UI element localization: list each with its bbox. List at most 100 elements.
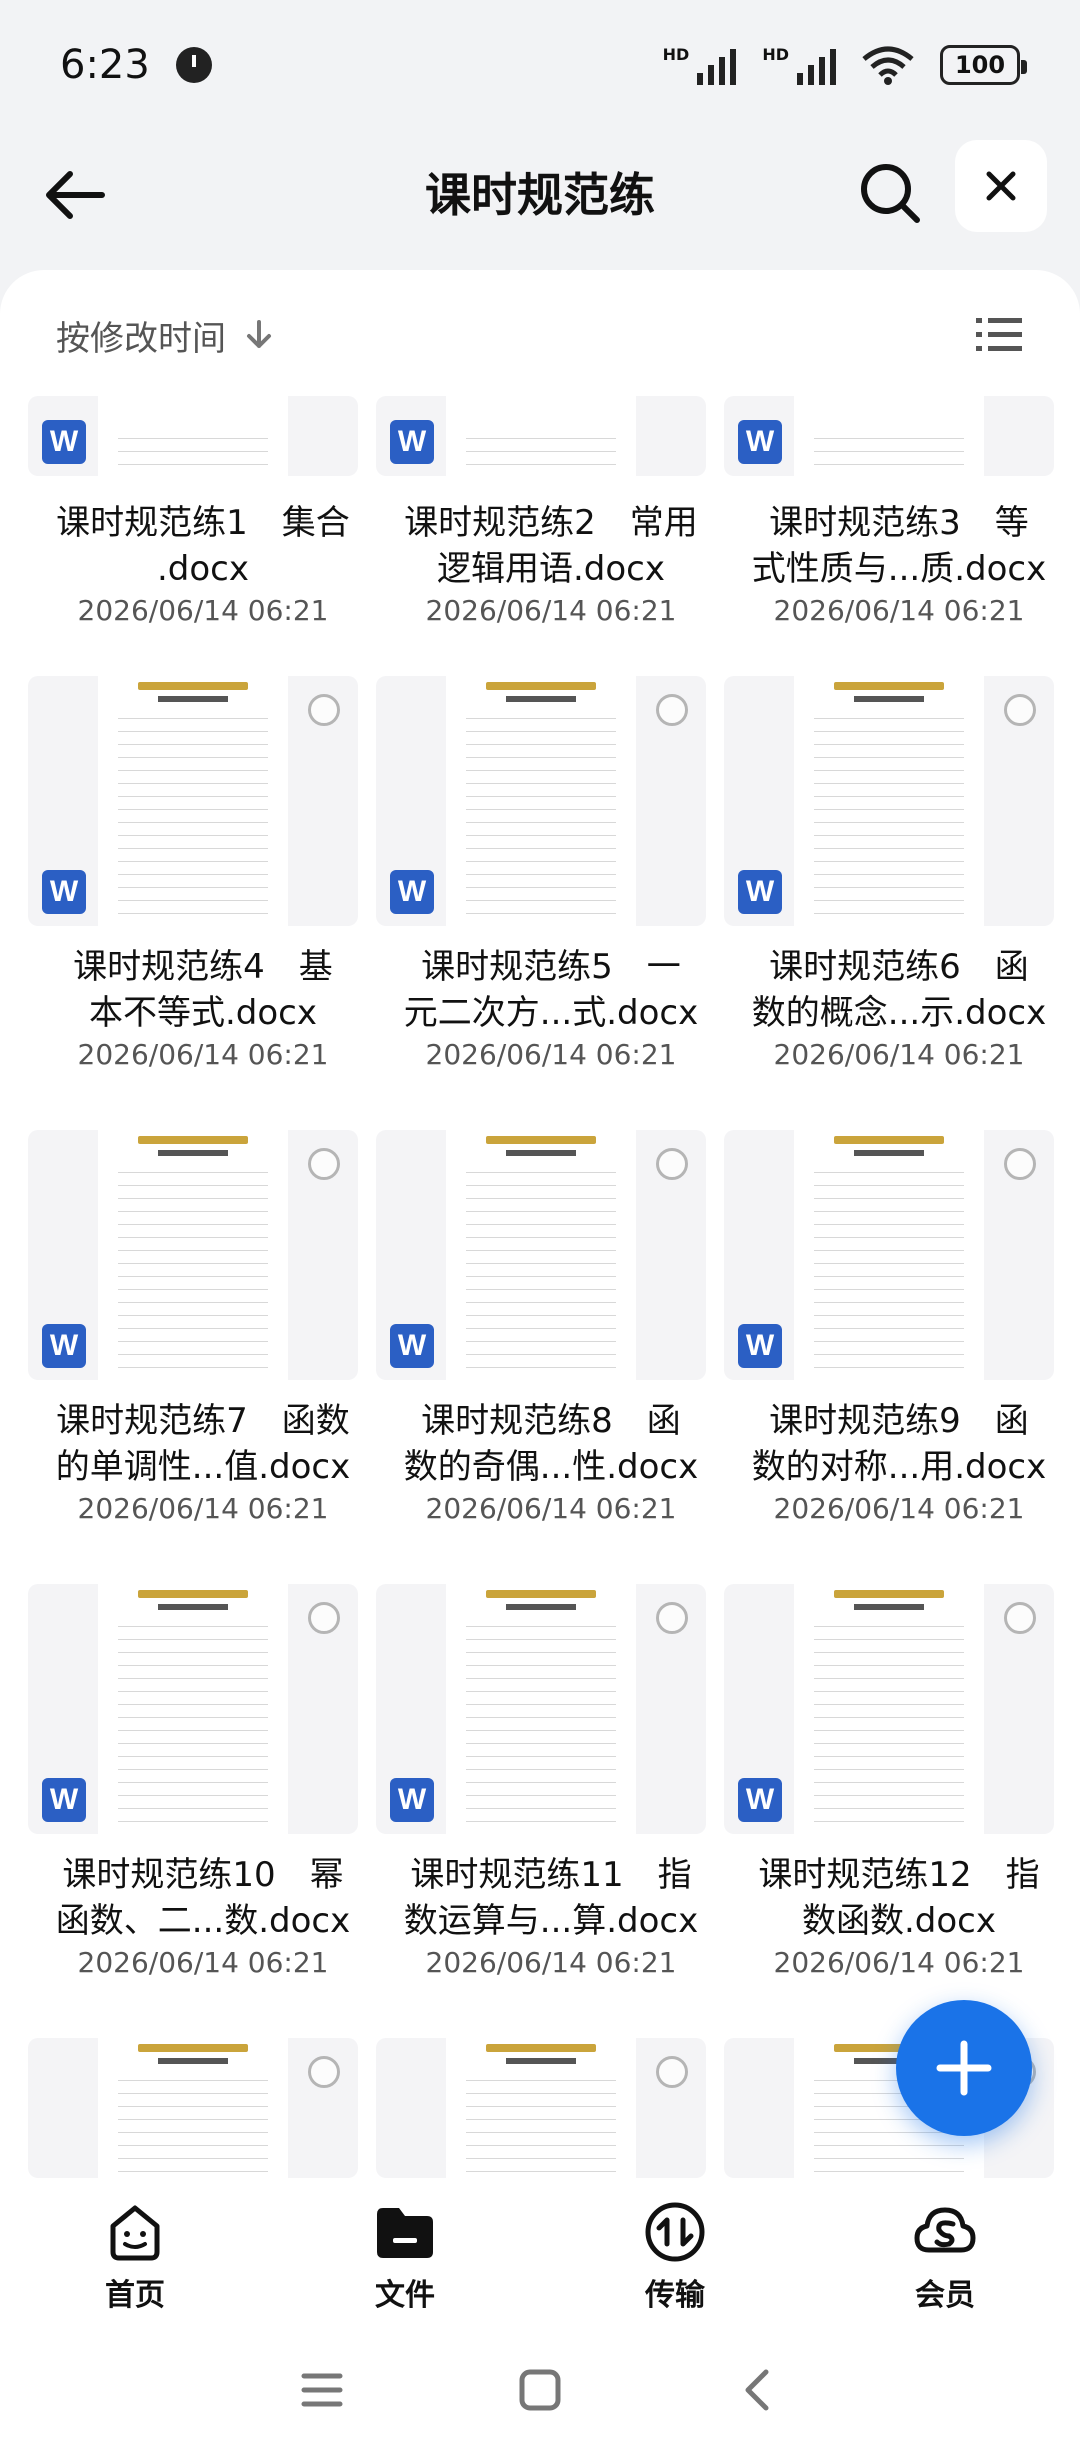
signal-icon-2: HD <box>762 45 836 85</box>
file-thumbnail: W <box>28 1584 358 1834</box>
select-checkbox[interactable] <box>656 1602 688 1634</box>
word-doc-icon: W <box>738 870 782 914</box>
file-date: 2026/06/14 06:21 <box>77 1946 329 1979</box>
file-thumbnail: W <box>724 396 1054 476</box>
file-date: 2026/06/14 06:21 <box>773 1946 1025 1979</box>
word-doc-icon: W <box>42 420 86 464</box>
select-checkbox[interactable] <box>308 2056 340 2088</box>
file-thumbnail: W <box>28 676 358 926</box>
close-button[interactable] <box>955 140 1047 232</box>
document-preview <box>446 1584 636 1834</box>
file-list-sheet: 按修改时间 W 课时规范练1 集合 .docx 2026/06/14 06:21 W 课… <box>0 270 1080 2180</box>
file-thumbnail: W <box>376 1584 706 1834</box>
file-thumbnail: W <box>376 676 706 926</box>
transfer-icon <box>645 2202 705 2262</box>
nav-files-label: 文件 <box>375 2278 435 2313</box>
close-icon <box>986 171 1016 201</box>
file-thumbnail <box>28 2038 358 2178</box>
file-date: 2026/06/14 06:21 <box>773 594 1025 627</box>
arrow-down-icon <box>247 320 271 348</box>
file-name: 课时规范练7 函数 的单调性...值.docx <box>55 1401 351 1487</box>
battery-level: 100 <box>954 51 1006 79</box>
file-name: 课时规范练12 指 数函数.docx <box>758 1855 1040 1941</box>
home-icon[interactable] <box>516 2366 564 2414</box>
file-date: 2026/06/14 06:21 <box>425 1492 677 1525</box>
document-preview <box>794 1130 984 1380</box>
word-doc-icon: W <box>42 870 86 914</box>
file-thumbnail: W <box>724 1130 1054 1380</box>
home-face-icon <box>110 2205 160 2261</box>
select-checkbox[interactable] <box>1004 1602 1036 1634</box>
search-icon[interactable] <box>855 158 925 228</box>
file-name: 课时规范练10 幂 函数、二...数.docx <box>55 1855 351 1941</box>
system-navigation-bar <box>0 2320 1080 2460</box>
select-checkbox[interactable] <box>656 694 688 726</box>
word-doc-icon: W <box>42 1324 86 1368</box>
document-preview <box>98 1130 288 1380</box>
file-date: 2026/06/14 06:21 <box>425 1946 677 1979</box>
file-name: 课时规范练8 函 数的奇偶...性.docx <box>403 1401 699 1487</box>
sort-label: 按修改时间 <box>56 318 226 359</box>
word-doc-icon: W <box>738 420 782 464</box>
nav-vip[interactable]: 会员 <box>845 2180 1045 2320</box>
battery-icon: 100 <box>940 45 1027 85</box>
file-thumbnail: W <box>724 676 1054 926</box>
document-preview <box>794 676 984 926</box>
word-doc-icon: W <box>390 870 434 914</box>
select-checkbox[interactable] <box>308 1148 340 1180</box>
file-thumbnail: W <box>376 396 706 476</box>
file-thumbnail: W <box>28 1130 358 1380</box>
signal-icon: HD <box>663 45 737 85</box>
folder-icon <box>377 2208 433 2258</box>
word-doc-icon: W <box>390 1324 434 1368</box>
file-name: 课时规范练4 基 本不等式.docx <box>73 947 333 1033</box>
back-icon[interactable] <box>734 2366 782 2414</box>
document-preview <box>446 2038 636 2178</box>
file-thumbnail: W <box>376 1130 706 1380</box>
word-doc-icon: W <box>42 1778 86 1822</box>
select-checkbox[interactable] <box>656 2056 688 2088</box>
select-checkbox[interactable] <box>308 1602 340 1634</box>
file-name: 课时规范练6 函 数的概念...示.docx <box>751 947 1047 1033</box>
status-time: 6:23 <box>60 42 150 88</box>
document-preview <box>794 1584 984 1834</box>
nav-files[interactable]: 文件 <box>305 2180 505 2320</box>
select-checkbox[interactable] <box>1004 694 1036 726</box>
file-name: 课时规范练2 常用 逻辑用语.docx <box>404 503 698 589</box>
file-name: 课时规范练5 一 元二次方...式.docx <box>403 947 699 1033</box>
plus-icon <box>936 2040 992 2096</box>
status-bar: 6:23 HD HD 100 <box>0 0 1080 130</box>
file-date: 2026/06/14 06:21 <box>77 1038 329 1071</box>
add-button[interactable] <box>896 2000 1032 2136</box>
wifi-icon <box>862 46 914 85</box>
document-preview <box>98 1584 288 1834</box>
file-name: 课时规范练9 函 数的对称...用.docx <box>751 1401 1047 1487</box>
sort-selector[interactable]: 按修改时间 <box>56 310 276 360</box>
document-preview <box>446 396 636 476</box>
select-checkbox[interactable] <box>1004 1148 1036 1180</box>
select-checkbox[interactable] <box>308 694 340 726</box>
document-preview <box>98 676 288 926</box>
file-date: 2026/06/14 06:21 <box>425 594 677 627</box>
document-preview <box>98 396 288 476</box>
file-name: 课时规范练1 集合 .docx <box>56 503 350 589</box>
file-thumbnail <box>376 2038 706 2178</box>
file-thumbnail: W <box>724 1584 1054 1834</box>
menu-icon[interactable] <box>298 2366 346 2414</box>
word-doc-icon: W <box>390 1778 434 1822</box>
word-doc-icon: W <box>738 1324 782 1368</box>
alarm-icon <box>175 47 212 83</box>
select-checkbox[interactable] <box>656 1148 688 1180</box>
document-preview <box>794 396 984 476</box>
document-preview <box>446 676 636 926</box>
nav-transfer[interactable]: 传输 <box>575 2180 775 2320</box>
word-doc-icon: W <box>738 1778 782 1822</box>
app-bar: 课时规范练 <box>0 130 1080 260</box>
file-date: 2026/06/14 06:21 <box>773 1038 1025 1071</box>
file-thumbnail: W <box>28 396 358 476</box>
file-name: 课时规范练11 指 数运算与...算.docx <box>403 1855 699 1941</box>
document-preview <box>98 2038 288 2178</box>
nav-home[interactable]: 首页 <box>35 2180 235 2320</box>
list-view-icon[interactable] <box>976 312 1022 358</box>
file-date: 2026/06/14 06:21 <box>77 594 329 627</box>
